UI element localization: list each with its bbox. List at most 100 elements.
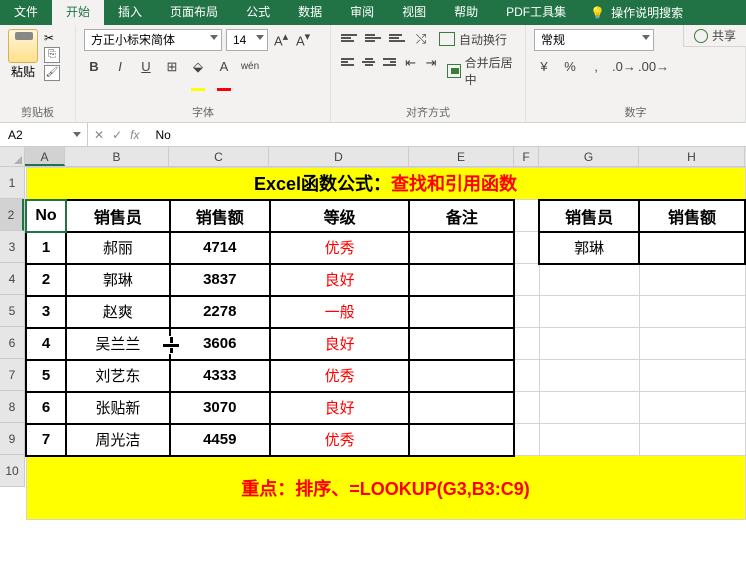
cell[interactable]: 周光洁 bbox=[66, 424, 170, 456]
enter-formula-button[interactable]: ✓ bbox=[112, 128, 122, 142]
column-header-H[interactable]: H bbox=[639, 147, 745, 166]
cell[interactable]: 4459 bbox=[170, 424, 270, 456]
orientation-button[interactable]: ⤭ bbox=[411, 29, 431, 49]
align-left-button[interactable] bbox=[339, 53, 356, 71]
cell[interactable] bbox=[409, 328, 514, 360]
align-center-button[interactable] bbox=[360, 53, 377, 71]
cell[interactable] bbox=[539, 328, 639, 360]
cell[interactable]: 3606 bbox=[170, 328, 270, 360]
column-header-B[interactable]: B bbox=[65, 147, 169, 166]
name-box[interactable]: A2 bbox=[0, 123, 88, 146]
row-header-5[interactable]: 5 bbox=[0, 295, 24, 327]
title-banner[interactable]: Excel函数公式：查找和引用函数 bbox=[26, 168, 745, 200]
cell[interactable]: 4 bbox=[26, 328, 66, 360]
font-name-select[interactable]: 方正小标宋简体 bbox=[84, 29, 222, 51]
border-button[interactable]: ⊞ bbox=[162, 57, 182, 77]
cell[interactable] bbox=[514, 360, 539, 392]
wrap-text-button[interactable]: 自动换行 bbox=[435, 29, 511, 49]
row-header-9[interactable]: 9 bbox=[0, 423, 24, 455]
font-size-select[interactable]: 14 bbox=[226, 29, 268, 51]
cell[interactable] bbox=[409, 360, 514, 392]
cell[interactable]: 7 bbox=[26, 424, 66, 456]
cell[interactable] bbox=[639, 392, 745, 424]
align-right-button[interactable] bbox=[381, 53, 398, 71]
cut-button[interactable]: ✂ bbox=[44, 31, 60, 45]
increase-decimal-button[interactable]: .0→ bbox=[612, 57, 632, 77]
cell[interactable]: 优秀 bbox=[270, 232, 410, 264]
cell[interactable] bbox=[639, 360, 745, 392]
cell[interactable] bbox=[539, 392, 639, 424]
row-header-4[interactable]: 4 bbox=[0, 263, 24, 295]
cell[interactable]: 张贴新 bbox=[66, 392, 170, 424]
cell[interactable]: 良好 bbox=[270, 328, 410, 360]
cell[interactable]: 郭琳 bbox=[66, 264, 170, 296]
column-header-G[interactable]: G bbox=[539, 147, 639, 166]
row-header-10[interactable]: 10 bbox=[0, 455, 24, 487]
cell[interactable] bbox=[514, 200, 539, 232]
cell[interactable]: 销售员 bbox=[539, 200, 639, 232]
row-header-2[interactable]: 2 bbox=[0, 199, 24, 231]
cell[interactable] bbox=[409, 424, 514, 456]
cell[interactable]: 销售额 bbox=[639, 200, 745, 232]
currency-button[interactable]: ¥ bbox=[534, 57, 554, 77]
increase-font-size-button[interactable]: A▴ bbox=[272, 30, 290, 50]
merge-center-button[interactable]: 合并后居中 bbox=[443, 53, 517, 89]
cell[interactable]: 销售员 bbox=[66, 200, 170, 232]
decrease-font-size-button[interactable]: A▾ bbox=[294, 30, 312, 50]
cell[interactable]: 赵爽 bbox=[66, 296, 170, 328]
cell[interactable]: 1 bbox=[26, 232, 66, 264]
tab-data[interactable]: 数据 bbox=[284, 0, 336, 25]
bold-button[interactable]: B bbox=[84, 57, 104, 77]
cell[interactable]: 优秀 bbox=[270, 360, 410, 392]
column-header-E[interactable]: E bbox=[409, 147, 514, 166]
share-button[interactable]: 共享 bbox=[683, 25, 746, 47]
tab-help[interactable]: 帮助 bbox=[440, 0, 492, 25]
cell[interactable] bbox=[539, 296, 639, 328]
cell[interactable] bbox=[514, 328, 539, 360]
cell[interactable] bbox=[409, 232, 514, 264]
cell[interactable] bbox=[409, 296, 514, 328]
cell[interactable]: 3 bbox=[26, 296, 66, 328]
cell[interactable] bbox=[639, 424, 745, 456]
cell[interactable]: 等级 bbox=[270, 200, 410, 232]
cell[interactable]: 6 bbox=[26, 392, 66, 424]
tab-review[interactable]: 审阅 bbox=[336, 0, 388, 25]
cancel-formula-button[interactable]: ✕ bbox=[94, 128, 104, 142]
cell[interactable]: No bbox=[26, 200, 66, 232]
cell[interactable]: 销售额 bbox=[170, 200, 270, 232]
tab-pdf-tools[interactable]: PDF工具集 bbox=[492, 0, 580, 25]
cell[interactable]: 3837 bbox=[170, 264, 270, 296]
cell[interactable]: 一般 bbox=[270, 296, 410, 328]
comma-style-button[interactable]: , bbox=[586, 57, 606, 77]
row-header-1[interactable]: 1 bbox=[0, 167, 24, 199]
number-format-select[interactable]: 常规 bbox=[534, 29, 654, 51]
cell[interactable] bbox=[514, 392, 539, 424]
phonetic-button[interactable]: wén bbox=[240, 57, 260, 77]
column-header-C[interactable]: C bbox=[169, 147, 269, 166]
decrease-decimal-button[interactable]: .00→ bbox=[638, 57, 658, 77]
tab-home[interactable]: 开始 bbox=[52, 0, 104, 25]
cell[interactable] bbox=[639, 264, 745, 296]
increase-indent-button[interactable]: ⇥ bbox=[423, 53, 439, 73]
formula-input[interactable]: No bbox=[145, 123, 746, 147]
column-header-F[interactable]: F bbox=[514, 147, 539, 166]
align-middle-button[interactable] bbox=[363, 29, 383, 47]
cell[interactable] bbox=[639, 328, 745, 360]
cell[interactable] bbox=[409, 264, 514, 296]
tab-page-layout[interactable]: 页面布局 bbox=[156, 0, 232, 25]
grid-body[interactable]: Excel函数公式：查找和引用函数No销售员销售额等级备注销售员销售额1郝丽47… bbox=[25, 167, 746, 520]
copy-button[interactable]: ⎘ bbox=[44, 47, 60, 63]
cell[interactable]: 郭琳 bbox=[539, 232, 639, 264]
cell[interactable] bbox=[514, 264, 539, 296]
paste-label[interactable]: 粘贴 bbox=[11, 63, 35, 80]
cell[interactable] bbox=[514, 424, 539, 456]
cell[interactable] bbox=[639, 296, 745, 328]
fill-color-button[interactable]: ⬙ bbox=[188, 57, 208, 77]
cell[interactable] bbox=[514, 296, 539, 328]
paste-icon[interactable] bbox=[8, 29, 38, 63]
cell[interactable]: 吴兰兰 bbox=[66, 328, 170, 360]
tab-view[interactable]: 视图 bbox=[388, 0, 440, 25]
cell[interactable]: 良好 bbox=[270, 392, 410, 424]
cell[interactable]: 刘艺东 bbox=[66, 360, 170, 392]
cell[interactable]: 良好 bbox=[270, 264, 410, 296]
